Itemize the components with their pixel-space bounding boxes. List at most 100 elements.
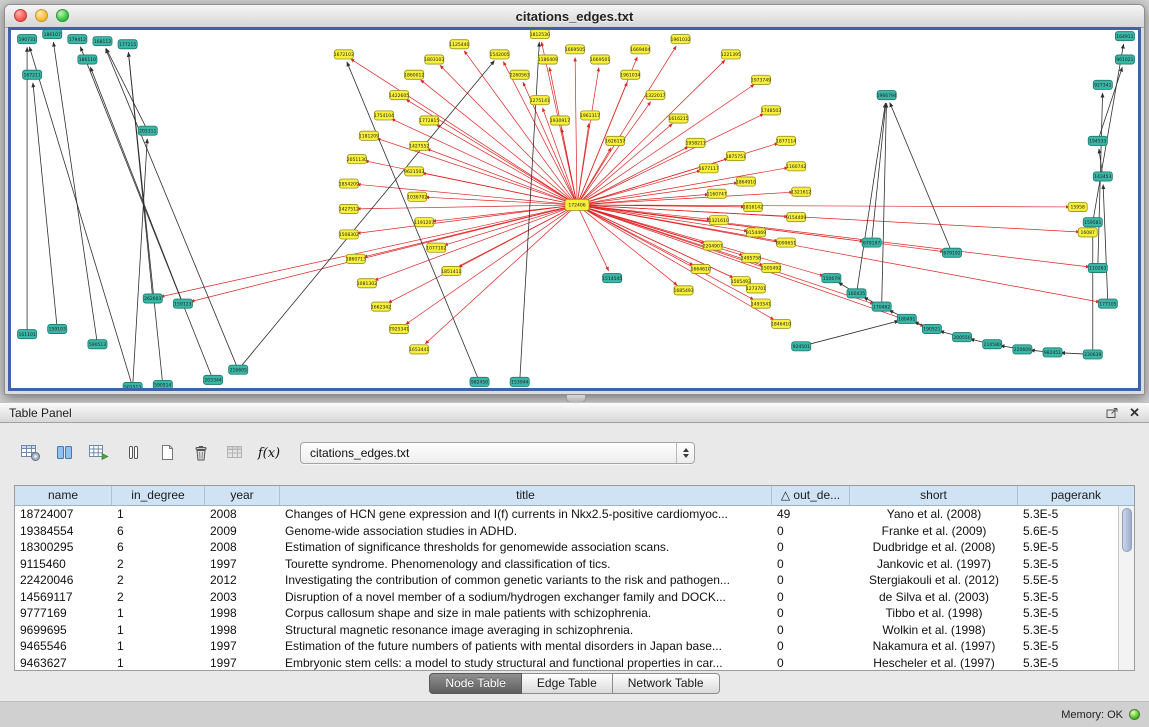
table-row[interactable]: 977716911998Corpus callosum shape and si… bbox=[15, 605, 1118, 622]
graph-node[interactable]: 1958211 bbox=[686, 138, 706, 147]
table-row[interactable]: 969969511998Structural magnetic resonanc… bbox=[15, 622, 1118, 639]
graph-node[interactable]: 1772815 bbox=[419, 116, 439, 125]
graph-node[interactable]: 590514 bbox=[153, 380, 172, 388]
graph-node[interactable]: 8099651 bbox=[776, 238, 796, 247]
graph-node[interactable]: 180491 bbox=[897, 314, 916, 323]
graph-node[interactable]: 1653441 bbox=[409, 345, 429, 354]
graph-node[interactable]: 205311 bbox=[138, 126, 157, 135]
graph-node[interactable]: 1664610 bbox=[691, 264, 711, 273]
graph-node[interactable]: 501513 bbox=[123, 382, 142, 388]
table-row[interactable]: 1872400712008Changes of HCN gene express… bbox=[15, 506, 1118, 523]
graph-node[interactable]: 170462 bbox=[872, 302, 891, 311]
graph-node[interactable]: 9154409 bbox=[786, 213, 806, 222]
graph-node[interactable]: 167211 bbox=[23, 70, 42, 79]
graph-node[interactable]: 150679 bbox=[822, 274, 841, 283]
graph-node[interactable]: 1677117 bbox=[699, 164, 719, 173]
float-panel-button[interactable] bbox=[1106, 407, 1119, 419]
graph-node[interactable]: 194533 bbox=[1088, 136, 1107, 145]
graph-node[interactable]: 200550 bbox=[953, 333, 972, 342]
graph-node[interactable]: 2204907 bbox=[703, 241, 723, 250]
graph-node[interactable]: 1685493 bbox=[674, 286, 694, 295]
graph-node[interactable]: 679197 bbox=[862, 238, 881, 247]
table-row[interactable]: 1456911722003Disruption of a novel membe… bbox=[15, 589, 1118, 606]
graph-node[interactable]: 590513 bbox=[88, 340, 107, 349]
graph-node[interactable]: 1221395 bbox=[721, 50, 741, 59]
graph-node[interactable]: 1191207 bbox=[414, 218, 434, 227]
graph-node[interactable]: 190521 bbox=[922, 324, 941, 333]
graph-node[interactable]: 1803103 bbox=[424, 55, 444, 64]
graph-node[interactable]: 177105 bbox=[1098, 299, 1117, 308]
graph-node[interactable]: 1754104 bbox=[374, 111, 394, 120]
graph-node[interactable]: 1186409 bbox=[538, 55, 558, 64]
graph-node[interactable]: 1816142 bbox=[743, 202, 763, 211]
table-row[interactable]: 1938455462009Genome-wide association stu… bbox=[15, 523, 1118, 540]
table-row[interactable]: 2242004622012Investigating the contribut… bbox=[15, 572, 1118, 589]
graph-node[interactable]: 1542005 bbox=[490, 50, 510, 59]
table-selector-combobox[interactable]: citations_edges.txt bbox=[300, 442, 695, 464]
graph-node[interactable]: 1864910 bbox=[736, 177, 756, 186]
graph-node[interactable]: 159123 bbox=[173, 299, 192, 308]
zoom-window-button[interactable] bbox=[56, 9, 69, 22]
graph-node[interactable]: 2051130 bbox=[347, 155, 367, 164]
graph-node[interactable]: 1273701 bbox=[746, 284, 766, 293]
graph-node[interactable]: 1854209 bbox=[339, 179, 359, 188]
graph-node[interactable]: 961021 bbox=[1115, 55, 1134, 64]
graph-node[interactable]: 216605 bbox=[229, 365, 248, 374]
delete-table-button[interactable] bbox=[188, 440, 214, 466]
graph-node[interactable]: 203344 bbox=[204, 375, 223, 384]
graph-node[interactable]: 1321610 bbox=[709, 216, 729, 225]
graph-node[interactable]: 210580 bbox=[983, 340, 1002, 349]
table-row[interactable]: 946554611997Estimation of the future num… bbox=[15, 638, 1118, 655]
graph-node[interactable]: 924501 bbox=[792, 342, 811, 351]
graph-node[interactable]: 160435 bbox=[847, 289, 866, 298]
graph-node[interactable]: 1422605 bbox=[389, 91, 409, 100]
graph-node[interactable]: 179412 bbox=[68, 35, 87, 44]
graph-node[interactable]: 1160747 bbox=[707, 189, 727, 198]
graph-node[interactable]: 1616215 bbox=[668, 114, 688, 123]
graph-node[interactable]: 1275141 bbox=[530, 96, 550, 105]
column-header-in_degree[interactable]: in_degree bbox=[112, 486, 205, 505]
graph-node[interactable]: 177215 bbox=[118, 40, 137, 49]
graph-node[interactable]: 927341 bbox=[1093, 80, 1112, 89]
graph-node[interactable]: 1160742 bbox=[786, 162, 806, 171]
graph-node[interactable]: 1427512 bbox=[339, 204, 359, 213]
graph-node[interactable]: 161101 bbox=[18, 330, 37, 339]
graph-node[interactable]: 679192 bbox=[942, 248, 961, 257]
graph-node[interactable]: 1930917 bbox=[550, 116, 570, 125]
graph-node[interactable]: 110263 bbox=[1088, 263, 1107, 272]
close-panel-button[interactable]: ✕ bbox=[1129, 406, 1140, 419]
graph-node[interactable]: 153944 bbox=[510, 377, 529, 386]
new-table-button[interactable] bbox=[154, 440, 180, 466]
graph-node[interactable]: 1493541 bbox=[751, 299, 771, 308]
import-table-button[interactable] bbox=[222, 440, 248, 466]
graph-node[interactable]: 1812530 bbox=[530, 30, 550, 39]
graph-node[interactable]: 143453 bbox=[1093, 172, 1112, 181]
graph-node[interactable]: 186107 bbox=[43, 30, 62, 39]
graph-node[interactable]: 1748503 bbox=[761, 106, 781, 115]
column-header-title[interactable]: title bbox=[280, 486, 772, 505]
network-canvas-svg[interactable]: 1724061125440180310318600121422605175410… bbox=[11, 30, 1138, 388]
graph-node[interactable]: 1077102 bbox=[426, 243, 446, 252]
table-row[interactable]: 946362711997Embryonic stem cells: a mode… bbox=[15, 655, 1118, 671]
tab-edge-table[interactable]: Edge Table bbox=[522, 673, 613, 694]
graph-node[interactable]: 9621503 bbox=[404, 167, 424, 176]
graph-node[interactable]: 220609 bbox=[1013, 345, 1032, 354]
table-row[interactable]: 1830029562008Estimation of significance … bbox=[15, 539, 1118, 556]
graph-node[interactable]: 1672103 bbox=[334, 50, 354, 59]
graph-node[interactable]: 1875751 bbox=[726, 152, 746, 161]
tab-node-table[interactable]: Node Table bbox=[429, 673, 522, 694]
table-edit-button[interactable] bbox=[86, 440, 112, 466]
column-header-short[interactable]: short bbox=[850, 486, 1018, 505]
graph-node[interactable]: 1181209 bbox=[359, 131, 379, 140]
graph-node[interactable]: 1427552 bbox=[409, 141, 429, 150]
table-row[interactable]: 911546021997Tourette syndrome. Phenomeno… bbox=[15, 556, 1118, 573]
graph-node[interactable]: 1508302 bbox=[339, 230, 359, 239]
graph-node[interactable]: 2260563 bbox=[510, 70, 530, 79]
graph-node[interactable]: 1322017 bbox=[645, 91, 665, 100]
graph-node[interactable]: 1877114 bbox=[776, 136, 796, 145]
graph-node[interactable]: 1321612 bbox=[791, 187, 811, 196]
graph-node[interactable]: 1036702 bbox=[407, 192, 427, 201]
graph-node[interactable]: 159581 bbox=[1083, 218, 1102, 227]
graph-node[interactable]: 159103 bbox=[48, 324, 67, 333]
graph-node[interactable]: 1846410 bbox=[771, 319, 791, 328]
